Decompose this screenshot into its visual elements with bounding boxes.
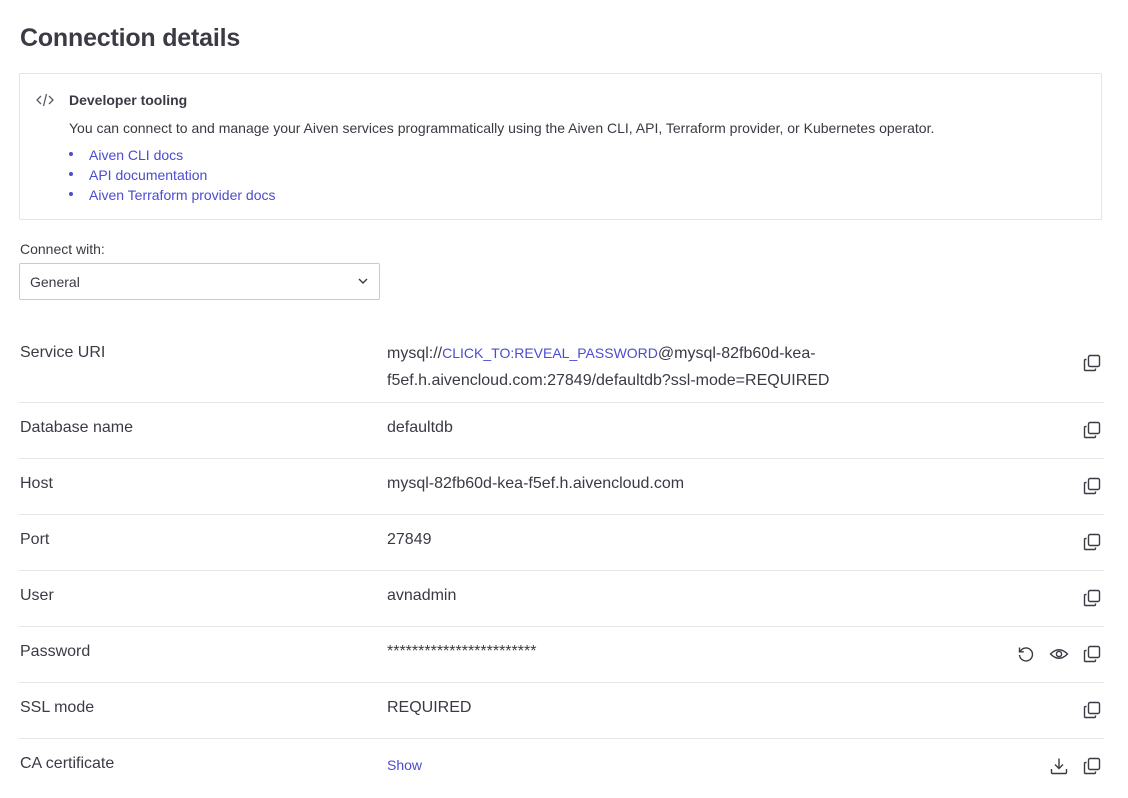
developer-tooling-title: Developer tooling	[69, 92, 188, 108]
reveal-password-link[interactable]: CLICK_TO:REVEAL_PASSWORD	[442, 345, 658, 361]
database-name-label: Database name	[20, 419, 133, 436]
user-label: User	[20, 587, 54, 604]
database-name-row: Database name defaultdb	[19, 403, 1104, 459]
host-row: Host mysql-82fb60d-kea-f5ef.h.aivencloud…	[19, 459, 1104, 515]
eye-icon[interactable]	[1049, 644, 1069, 664]
list-item: Aiven Terraform provider docs	[69, 187, 275, 207]
copy-icon[interactable]	[1082, 700, 1102, 720]
service-uri-suffix-line2: f5ef.h.aivencloud.com:27849/defaultdb?ss…	[387, 372, 830, 389]
ssl-mode-row: SSL mode REQUIRED	[19, 683, 1104, 739]
ssl-mode-value: REQUIRED	[387, 699, 472, 716]
connection-details-list: Service URI mysql://CLICK_TO:REVEAL_PASS…	[19, 328, 1104, 794]
connection-details-page: Connection details Developer tooling You…	[0, 0, 1128, 798]
copy-icon[interactable]	[1082, 588, 1102, 608]
api-documentation-link[interactable]: API documentation	[89, 167, 207, 183]
developer-tooling-description: You can connect to and manage your Aiven…	[69, 120, 935, 136]
port-label: Port	[20, 531, 50, 548]
service-uri-label: Service URI	[20, 344, 106, 361]
chevron-down-icon	[358, 278, 368, 284]
user-value: avnadmin	[387, 587, 457, 604]
code-icon	[36, 93, 54, 107]
port-value: 27849	[387, 531, 432, 548]
download-icon[interactable]	[1049, 756, 1069, 776]
service-uri-row: Service URI mysql://CLICK_TO:REVEAL_PASS…	[19, 328, 1104, 403]
ca-certificate-label: CA certificate	[20, 755, 115, 772]
ca-certificate-row: CA certificate Show	[19, 739, 1104, 794]
list-item: Aiven CLI docs	[69, 147, 275, 167]
copy-icon[interactable]	[1082, 532, 1102, 552]
password-value: ************************	[387, 643, 537, 660]
connect-with-select[interactable]: General	[19, 263, 380, 300]
port-row: Port 27849	[19, 515, 1104, 571]
show-certificate-link[interactable]: Show	[387, 757, 422, 773]
password-row: Password ************************	[19, 627, 1104, 683]
terraform-provider-docs-link[interactable]: Aiven Terraform provider docs	[89, 187, 275, 203]
ssl-mode-label: SSL mode	[20, 699, 95, 716]
developer-tooling-links: Aiven CLI docs API documentation Aiven T…	[69, 147, 275, 207]
host-value: mysql-82fb60d-kea-f5ef.h.aivencloud.com	[387, 475, 685, 492]
reset-icon[interactable]	[1016, 644, 1036, 664]
service-uri-prefix: mysql://	[387, 345, 443, 362]
connect-with-label: Connect with:	[20, 241, 105, 257]
user-row: User avnadmin	[19, 571, 1104, 627]
copy-icon[interactable]	[1082, 353, 1102, 373]
service-uri-suffix: @mysql-82fb60d-kea-	[657, 345, 816, 362]
page-title: Connection details	[20, 24, 241, 52]
copy-icon[interactable]	[1082, 420, 1102, 440]
aiven-cli-docs-link[interactable]: Aiven CLI docs	[89, 147, 183, 163]
database-name-value: defaultdb	[387, 419, 453, 436]
copy-icon[interactable]	[1082, 476, 1102, 496]
host-label: Host	[20, 475, 53, 492]
copy-icon[interactable]	[1082, 756, 1102, 776]
service-uri-value: mysql://CLICK_TO:REVEAL_PASSWORD@mysql-8…	[387, 340, 907, 394]
connect-with-selected-value: General	[30, 274, 80, 290]
password-label: Password	[20, 643, 91, 660]
copy-icon[interactable]	[1082, 644, 1102, 664]
list-item: API documentation	[69, 167, 275, 187]
